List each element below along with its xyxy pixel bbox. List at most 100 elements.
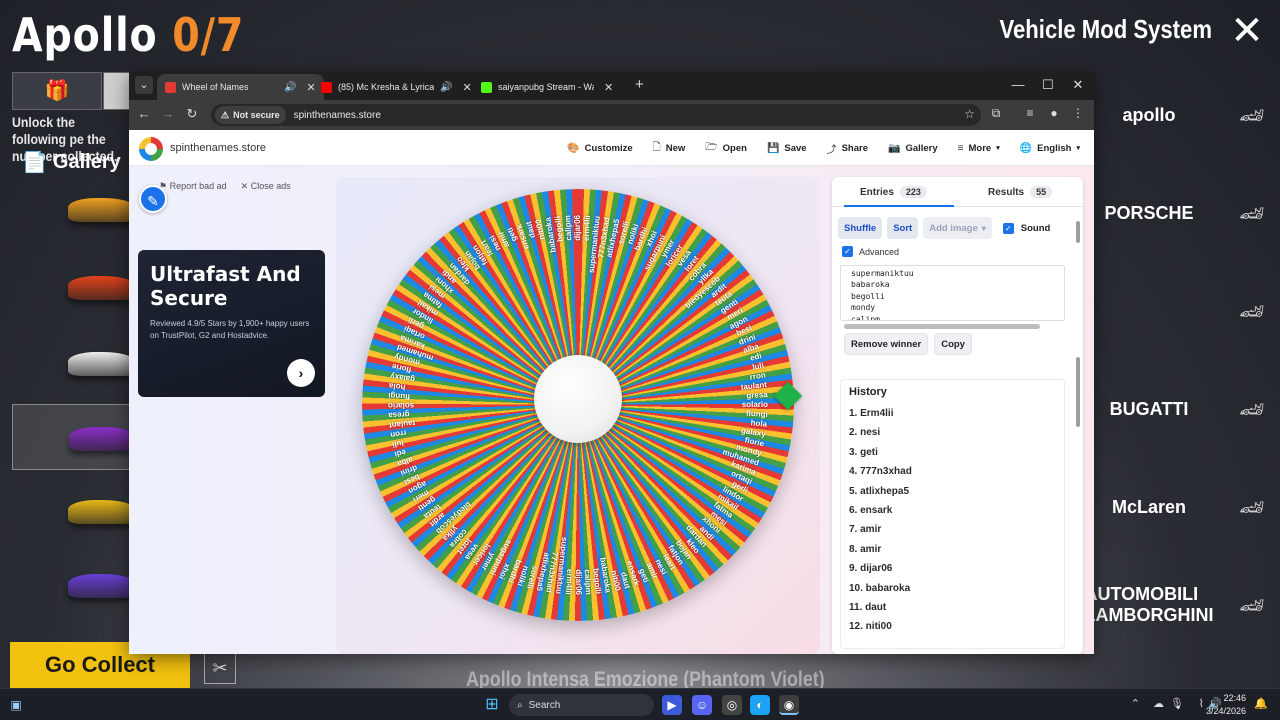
back-icon[interactable]: ← [135, 106, 153, 121]
shuffle-button[interactable]: Shuffle [838, 217, 883, 239]
minimize-icon[interactable]: — [1006, 77, 1030, 92]
close-ads-link[interactable]: ✕ Close ads [241, 181, 291, 192]
browser-menu-icon[interactable]: ⋮ [1069, 106, 1087, 120]
copy-button[interactable]: Copy [934, 333, 972, 355]
maximize-icon[interactable]: ☐ [1036, 77, 1060, 93]
car-silhouette-icon[interactable]: 🏎 [1224, 558, 1280, 652]
nav-save[interactable]: 💾 Save [767, 143, 807, 154]
porsche-crest-icon: PORSCHE [1104, 202, 1194, 223]
profile-avatar-icon[interactable]: ● [1045, 106, 1063, 120]
microphone-icon[interactable]: 🎙 [1170, 697, 1184, 710]
network-icon[interactable]: ☁ [1153, 697, 1164, 710]
sound-checkbox[interactable]: ✓ [1002, 222, 1014, 234]
tab-search-icon[interactable]: ⌄ [135, 76, 153, 94]
car-silhouette-icon[interactable]: 🏎 [1224, 264, 1280, 358]
panel-scrollbar[interactable] [1076, 357, 1080, 427]
advanced-checkbox[interactable]: ✓ [842, 246, 853, 257]
tab-close-icon[interactable]: ✕ [604, 81, 613, 94]
brand-bugatti[interactable]: BUGATTI [1094, 362, 1204, 456]
tray-chevron-icon[interactable]: ⌃ [1131, 697, 1140, 710]
car-slot[interactable] [12, 254, 138, 320]
game-close-icon[interactable]: ✕ [1228, 11, 1266, 51]
car-silhouette-icon[interactable]: 🏎 [1224, 362, 1280, 456]
browser-tab[interactable]: saiyanpubg Stream - Watch Live ✕ [473, 74, 621, 100]
nav-customize[interactable]: 🎨 Customize [567, 143, 633, 154]
nav-new[interactable]: 🗋 New [653, 140, 686, 157]
brand-porsche[interactable]: PORSCHE [1094, 166, 1204, 260]
notification-icon[interactable]: 🔔 [1254, 697, 1268, 710]
nav-english[interactable]: 🌐 English ▾ [1020, 143, 1080, 154]
wifi-icon[interactable]: ⌇ [1199, 697, 1204, 710]
history-item: 6. ensark [849, 504, 893, 516]
omnibox[interactable]: ⚠ Not secure spinthenames.store ☆ [211, 104, 981, 126]
nav-open[interactable]: 🗁 Open [705, 140, 747, 157]
report-ad-link[interactable]: ⚑ Report bad ad [159, 181, 227, 192]
car-slot[interactable] [12, 478, 138, 544]
add-image-button[interactable]: Add image ▾ [923, 217, 992, 239]
brand-mclaren[interactable]: McLaren [1094, 460, 1204, 554]
tab-entries[interactable]: Entries 223 [844, 177, 954, 207]
edge-icon[interactable]: ◐ [750, 695, 770, 715]
security-label: Not secure [233, 110, 280, 120]
widgets-icon[interactable]: ▣ [6, 695, 26, 715]
brand-transformers[interactable] [1094, 264, 1204, 358]
tab-entries-label: Entries [860, 186, 894, 198]
remove-winner-button[interactable]: Remove winner [844, 333, 929, 355]
new-tab-icon[interactable]: + [635, 76, 644, 93]
reload-icon[interactable]: ↻ [183, 106, 201, 122]
car-slot[interactable] [12, 404, 139, 470]
car-silhouette-icon[interactable]: 🏎 [1224, 68, 1280, 162]
game-title-progress: 0/7 [172, 8, 245, 62]
chrome-icon[interactable]: ◉ [779, 695, 799, 715]
discord-icon[interactable]: ☺ [692, 695, 712, 715]
arrow-right-icon[interactable]: › [287, 359, 315, 387]
tab-results[interactable]: Results 55 [988, 177, 1053, 207]
entry-line: supermaniktuu [851, 269, 914, 278]
nav-gallery[interactable]: 📷 Gallery [888, 143, 938, 154]
car-slot[interactable] [12, 176, 138, 242]
extensions-icon[interactable]: ⧉ [987, 106, 1005, 121]
forward-icon[interactable]: → [159, 106, 177, 121]
car-silhouette-icon[interactable]: 🏎 [1224, 166, 1280, 260]
close-window-icon[interactable]: ✕ [1066, 77, 1090, 93]
site-logo-icon[interactable] [139, 137, 163, 161]
windows-start-icon[interactable]: ⊞ [482, 695, 502, 715]
browser-tab[interactable]: (85) Mc Kresha & Lyrical Son 🔊 ✕ [313, 74, 480, 100]
game-gallery-link[interactable]: 📄 Gallery [22, 150, 121, 175]
teams-icon[interactable]: ▶ [662, 695, 682, 715]
media-control-icon[interactable]: ≡ [1021, 106, 1039, 120]
site-name[interactable]: spinthenames.store [170, 142, 266, 154]
bookmark-star-icon[interactable]: ☆ [964, 107, 975, 121]
history-item: 7. amir [849, 524, 882, 536]
tools-icon[interactable]: ✂ [204, 652, 236, 684]
url-text[interactable]: spinthenames.store [294, 110, 381, 121]
car-slot[interactable] [12, 330, 138, 396]
game-tab-active[interactable] [103, 72, 131, 110]
tab-audio-icon[interactable]: 🔊 [284, 82, 296, 93]
ad-card[interactable]: Ultrafast And Secure Reviewed 4.9/5 Star… [138, 250, 325, 397]
sort-button[interactable]: Sort [887, 217, 919, 239]
nav-more[interactable]: ≡ More ▾ [958, 143, 1000, 154]
advanced-row: ✓ Advanced [842, 246, 899, 257]
car-slot[interactable] [12, 552, 138, 618]
panel-scrollbar-top[interactable] [1076, 221, 1080, 243]
taskbar-clock[interactable]: 22:46 3/24/2026 [1206, 692, 1246, 718]
security-chip[interactable]: ⚠ Not secure [215, 106, 286, 124]
tab-close-icon[interactable]: ✕ [462, 81, 471, 94]
browser-tab[interactable]: Wheel of Names 🔊 ✕ [157, 74, 324, 100]
tab-audio-icon[interactable]: 🔊 [440, 82, 452, 93]
car-silhouette-icon[interactable]: 🏎 [1224, 460, 1280, 554]
game-tab-gift[interactable]: 🎁 [12, 72, 102, 110]
taskbar-search[interactable]: ⌕ Search [509, 694, 654, 716]
brand-automobili-lamborghini[interactable]: AUTOMOBILI LAMBORGHINI [1085, 558, 1214, 652]
entries-horizontal-scrollbar[interactable] [844, 324, 1040, 329]
car-thumbnail-icon [68, 276, 138, 300]
nav-share[interactable]: ⤴ Share [827, 141, 868, 156]
wheel-center-hub[interactable] [534, 355, 622, 443]
brand-apollo[interactable]: apollo [1094, 68, 1204, 162]
steam-icon[interactable]: ◎ [722, 695, 742, 715]
mclaren-logo-icon: McLaren [1111, 496, 1187, 517]
ad-badge-icon[interactable]: ✎ [139, 185, 167, 213]
entries-textarea[interactable]: supermaniktuu babaroka begolli mondy calipm [840, 265, 1065, 321]
history-item: 12. niti00 [849, 621, 892, 633]
